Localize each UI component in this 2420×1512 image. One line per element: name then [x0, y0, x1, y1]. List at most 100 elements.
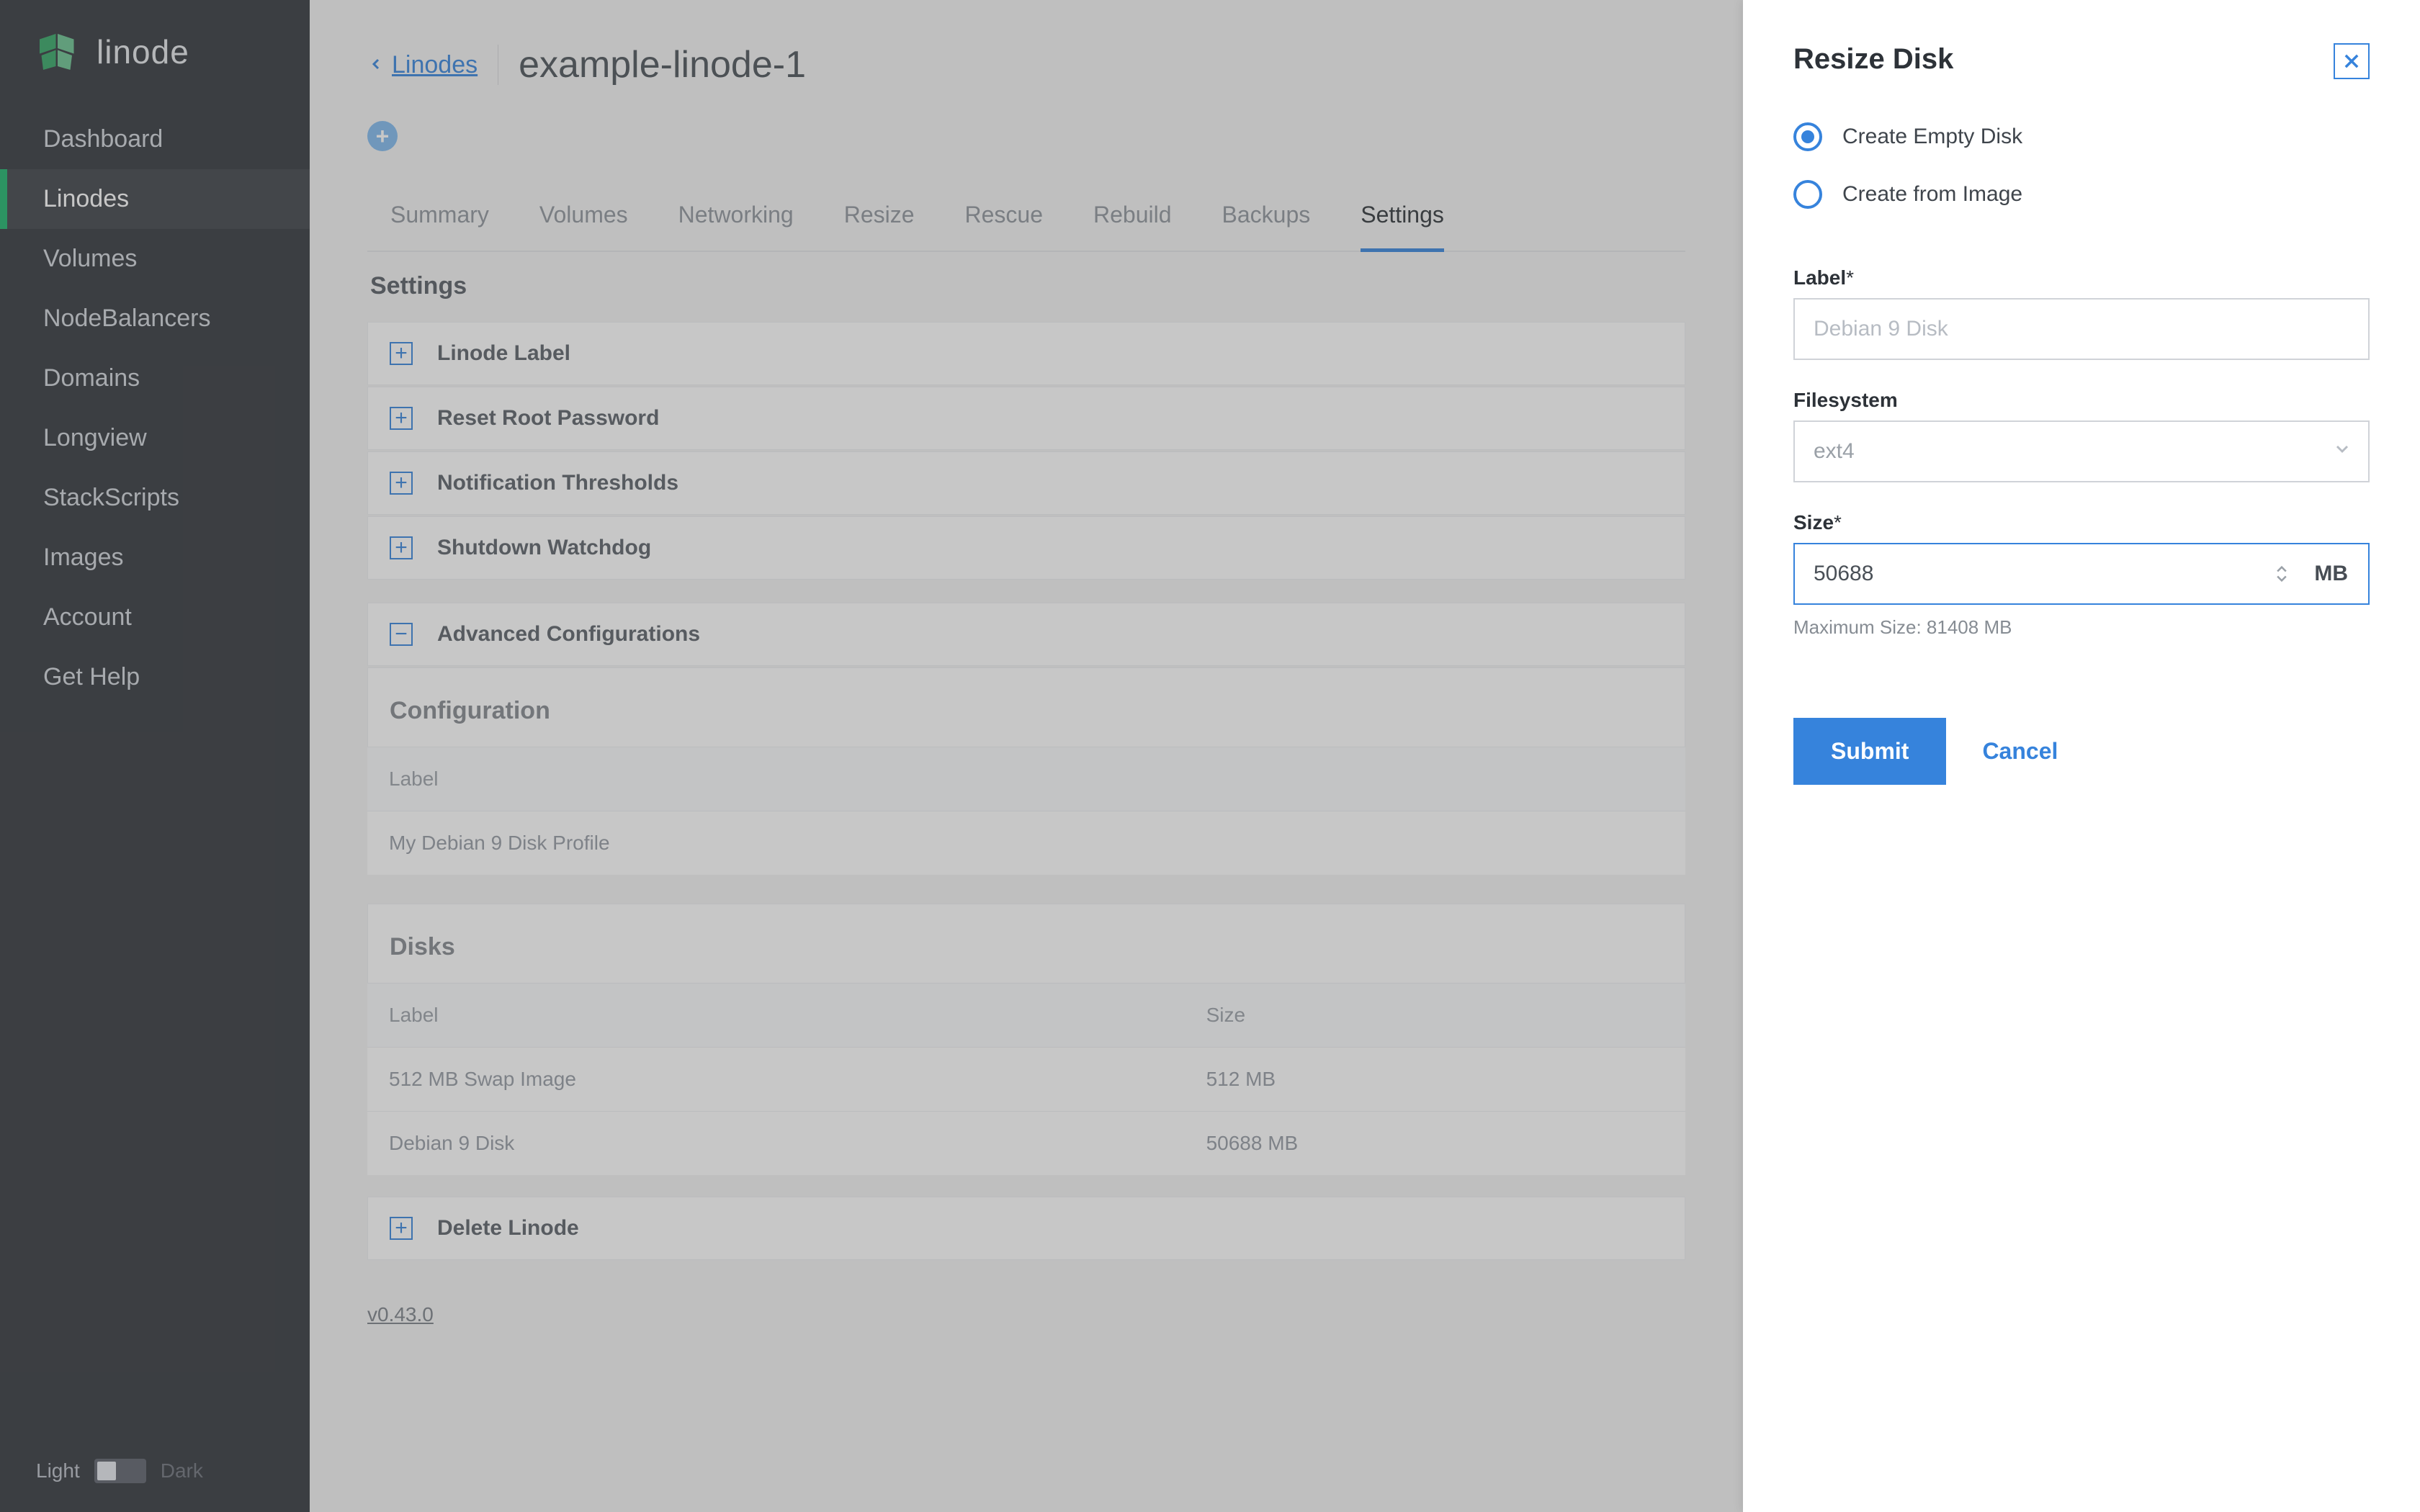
config-label-cell: My Debian 9 Disk Profile — [367, 811, 1685, 876]
button-label: Cancel — [1982, 738, 2058, 764]
expand-icon[interactable]: + — [390, 536, 413, 559]
panel-notification-thresholds[interactable]: + Notification Thresholds — [367, 451, 1685, 515]
cancel-button[interactable]: Cancel — [1982, 738, 2058, 765]
settings-heading: Settings — [367, 252, 1685, 322]
panel-delete-linode[interactable]: + Delete Linode — [367, 1197, 1685, 1260]
sidebar-item-label: Domains — [43, 364, 140, 392]
field-label-text: Size — [1793, 511, 1834, 534]
tab-label: Rebuild — [1093, 202, 1172, 228]
expand-icon[interactable]: + — [390, 342, 413, 365]
sidebar-item-label: NodeBalancers — [43, 305, 210, 332]
theme-switch[interactable] — [94, 1459, 146, 1483]
sidebar-item-images[interactable]: Images — [0, 528, 310, 588]
panel-reset-root-password[interactable]: + Reset Root Password — [367, 387, 1685, 450]
sidebar-item-volumes[interactable]: Volumes — [0, 229, 310, 289]
tab-label: Resize — [844, 202, 915, 228]
filesystem-select[interactable]: ext4 — [1793, 420, 2370, 482]
radio-label: Create Empty Disk — [1842, 125, 2022, 149]
radio-icon — [1793, 122, 1822, 151]
theme-dark-label: Dark — [161, 1459, 203, 1482]
disk-size-cell: 50688 MB — [1185, 1112, 1685, 1176]
filesystem-field: Filesystem ext4 — [1793, 389, 2370, 482]
sidebar-item-label: Dashboard — [43, 125, 163, 153]
panel-title: Notification Thresholds — [437, 471, 678, 495]
sidebar-item-account[interactable]: Account — [0, 588, 310, 647]
breadcrumb-parent-link[interactable]: Linodes — [367, 51, 478, 79]
tab-summary[interactable]: Summary — [390, 186, 489, 252]
radio-create-from-image[interactable]: Create from Image — [1793, 180, 2370, 209]
panel-linode-label[interactable]: + Linode Label — [367, 322, 1685, 385]
size-max-hint: Maximum Size: 81408 MB — [1793, 616, 2370, 639]
table-row[interactable]: My Debian 9 Disk Profile — [367, 811, 1685, 876]
sidebar-item-longview[interactable]: Longview — [0, 408, 310, 468]
tab-resize[interactable]: Resize — [844, 186, 915, 252]
main-content: Linodes example-linode-1 + Summary Volum… — [310, 0, 1743, 1512]
sidebar-item-nodebalancers[interactable]: NodeBalancers — [0, 289, 310, 348]
configuration-table: Label My Debian 9 Disk Profile — [367, 747, 1685, 875]
app-root: linode Dashboard Linodes Volumes NodeBal… — [0, 0, 2420, 1512]
label-field-label: Label* — [1793, 266, 2370, 289]
table-header-size: Size — [1185, 984, 1685, 1048]
brand: linode — [0, 0, 310, 109]
tab-networking[interactable]: Networking — [678, 186, 794, 252]
panel-advanced-configurations[interactable]: − Advanced Configurations — [367, 603, 1685, 666]
tab-volumes[interactable]: Volumes — [539, 186, 628, 252]
tab-label: Rescue — [965, 202, 1044, 228]
panel-shutdown-watchdog[interactable]: + Shutdown Watchdog — [367, 516, 1685, 580]
size-field-label: Size* — [1793, 511, 2370, 534]
tab-rescue[interactable]: Rescue — [965, 186, 1044, 252]
disk-size-cell: 512 MB — [1185, 1048, 1685, 1112]
sidebar-item-label: Linodes — [43, 185, 129, 212]
submit-button[interactable]: Submit — [1793, 718, 1946, 785]
expand-icon[interactable]: + — [390, 472, 413, 495]
panel-title: Reset Root Password — [437, 406, 659, 431]
number-stepper-icon[interactable] — [2275, 565, 2303, 582]
close-button[interactable] — [2334, 43, 2370, 79]
expand-icon[interactable]: + — [390, 1217, 413, 1240]
plus-icon: + — [376, 123, 390, 150]
sidebar-item-domains[interactable]: Domains — [0, 348, 310, 408]
label-input[interactable] — [1793, 298, 2370, 360]
drawer-actions: Submit Cancel — [1793, 718, 2370, 785]
sidebar: linode Dashboard Linodes Volumes NodeBal… — [0, 0, 310, 1512]
sidebar-item-get-help[interactable]: Get Help — [0, 647, 310, 707]
drawer-title: Resize Disk — [1793, 43, 1953, 76]
field-label-text: Label — [1793, 266, 1846, 289]
tab-rebuild[interactable]: Rebuild — [1093, 186, 1172, 252]
disk-label-cell: 512 MB Swap Image — [367, 1048, 1185, 1112]
sidebar-item-stackscripts[interactable]: StackScripts — [0, 468, 310, 528]
required-indicator: * — [1834, 511, 1842, 534]
close-icon — [2341, 51, 2362, 71]
page-title: example-linode-1 — [519, 43, 806, 86]
tab-label: Volumes — [539, 202, 628, 228]
table-header-label: Label — [367, 747, 1685, 811]
add-button[interactable]: + — [367, 121, 398, 151]
panel-title: Linode Label — [437, 341, 570, 366]
version-link[interactable]: v0.43.0 — [367, 1303, 1685, 1326]
tab-label: Backups — [1222, 202, 1311, 228]
sidebar-item-label: StackScripts — [43, 484, 179, 511]
brand-text: linode — [97, 32, 189, 71]
disks-heading: Disks — [367, 904, 1685, 983]
size-input[interactable] — [1795, 544, 2294, 603]
filesystem-value: ext4 — [1814, 439, 1855, 464]
panel-title: Advanced Configurations — [437, 622, 700, 647]
collapse-icon[interactable]: − — [390, 623, 413, 646]
panel-title: Shutdown Watchdog — [437, 536, 651, 560]
radio-create-empty[interactable]: Create Empty Disk — [1793, 122, 2370, 151]
sidebar-item-dashboard[interactable]: Dashboard — [0, 109, 310, 169]
sidebar-item-label: Longview — [43, 424, 147, 451]
breadcrumb-row: Linodes example-linode-1 — [367, 43, 1685, 86]
sidebar-item-label: Get Help — [43, 663, 140, 690]
button-label: Submit — [1831, 738, 1909, 764]
sidebar-item-linodes[interactable]: Linodes — [0, 169, 310, 229]
required-indicator: * — [1846, 266, 1854, 289]
expand-icon[interactable]: + — [390, 407, 413, 430]
configuration-heading: Configuration — [367, 667, 1685, 747]
theme-light-label: Light — [36, 1459, 80, 1482]
tabs: Summary Volumes Networking Resize Rescue… — [367, 186, 1685, 252]
tab-backups[interactable]: Backups — [1222, 186, 1311, 252]
table-row[interactable]: 512 MB Swap Image 512 MB — [367, 1048, 1685, 1112]
tab-settings[interactable]: Settings — [1361, 186, 1444, 252]
table-row[interactable]: Debian 9 Disk 50688 MB — [367, 1112, 1685, 1176]
